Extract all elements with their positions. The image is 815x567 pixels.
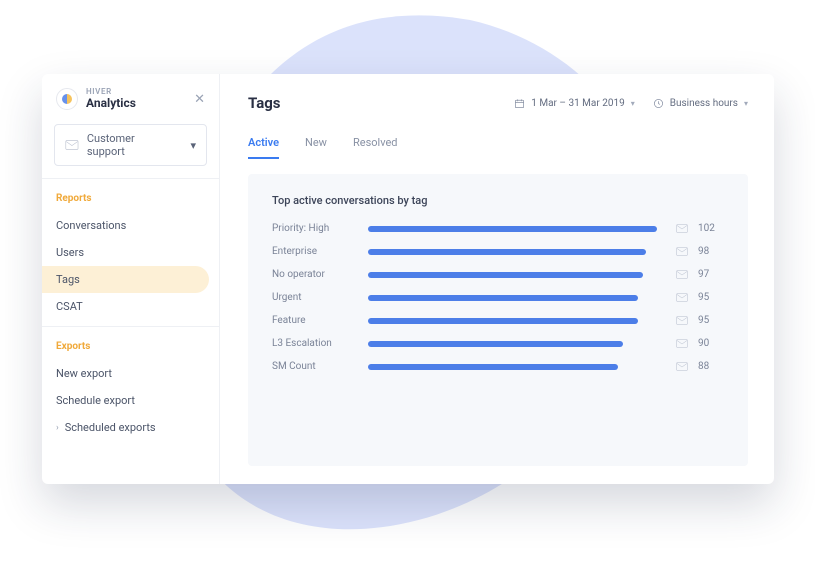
inbox-selector[interactable]: Customer support ▾: [54, 124, 207, 166]
chevron-right-icon: ›: [56, 423, 59, 433]
sidebar-item-csat[interactable]: CSAT: [42, 293, 219, 320]
chart-row: No operator 97: [272, 269, 724, 280]
envelope-icon: [676, 247, 688, 256]
sidebar-item-schedule-export[interactable]: Schedule export: [42, 387, 219, 414]
chart-row-value: 95: [698, 315, 724, 326]
date-range-picker[interactable]: 1 Mar – 31 Mar 2019 ▾: [514, 98, 634, 109]
bar-track: [368, 295, 666, 301]
chart-row: Feature 95: [272, 315, 724, 326]
bar-fill: [368, 272, 643, 278]
envelope-icon: [676, 270, 688, 279]
chart-row-value: 97: [698, 269, 724, 280]
bar-fill: [368, 318, 638, 324]
tab-new[interactable]: New: [305, 130, 327, 159]
chart-row-label: Feature: [272, 315, 358, 326]
main-content: Tags 1 Mar – 31 Mar 2019 ▾ Business hour…: [220, 74, 774, 484]
chevron-down-icon: ▾: [631, 99, 635, 108]
bar-track: [368, 249, 666, 255]
envelope-icon: [676, 224, 688, 233]
app-window: HIVER Analytics ✕ Customer support ▾ Rep…: [42, 74, 774, 484]
chart-row-value: 90: [698, 338, 724, 349]
envelope-icon: [676, 293, 688, 302]
chevron-down-icon: ▾: [190, 139, 196, 152]
chart-rows: Priority: High 102 Enterprise 98 No operator…: [272, 223, 724, 372]
chart-row-value: 88: [698, 361, 724, 372]
app-title: Analytics: [86, 97, 186, 110]
chart-row-label: L3 Escalation: [272, 338, 358, 349]
chart-row: SM Count 88: [272, 361, 724, 372]
bar-track: [368, 272, 666, 278]
date-range-label: 1 Mar – 31 Mar 2019: [531, 98, 624, 109]
envelope-icon: [676, 362, 688, 371]
chart-row: Priority: High 102: [272, 223, 724, 234]
chart-row-label: No operator: [272, 269, 358, 280]
chart-panel: Top active conversations by tag Priority…: [248, 174, 748, 466]
sidebar: HIVER Analytics ✕ Customer support ▾ Rep…: [42, 74, 220, 484]
bar-track: [368, 341, 666, 347]
tabs: Active New Resolved: [248, 130, 748, 160]
bar-track: [368, 226, 666, 232]
bar-fill: [368, 226, 657, 232]
bar-fill: [368, 364, 618, 370]
chevron-down-icon: ▾: [744, 99, 748, 108]
section-title-exports: Exports: [42, 341, 219, 360]
chart-row-value: 102: [698, 223, 724, 234]
envelope-icon: [676, 339, 688, 348]
bar-fill: [368, 341, 623, 347]
calendar-icon: [514, 98, 525, 109]
main-header: Tags 1 Mar – 31 Mar 2019 ▾ Business hour…: [248, 94, 748, 112]
bar-fill: [368, 295, 638, 301]
sidebar-item-conversations[interactable]: Conversations: [42, 212, 219, 239]
bar-fill: [368, 249, 646, 255]
chart-title: Top active conversations by tag: [272, 194, 724, 207]
page-title: Tags: [248, 94, 496, 112]
chart-row-label: Urgent: [272, 292, 358, 303]
clock-icon: [653, 98, 664, 109]
chart-row-value: 98: [698, 246, 724, 257]
sidebar-item-users[interactable]: Users: [42, 239, 219, 266]
chart-row: L3 Escalation 90: [272, 338, 724, 349]
close-icon[interactable]: ✕: [194, 92, 205, 107]
bar-track: [368, 318, 666, 324]
inbox-selector-label: Customer support: [87, 132, 175, 158]
sidebar-item-new-export[interactable]: New export: [42, 360, 219, 387]
section-title-reports: Reports: [42, 193, 219, 212]
sidebar-header: HIVER Analytics ✕: [42, 74, 219, 120]
sidebar-item-tags[interactable]: Tags: [42, 266, 209, 293]
hours-filter[interactable]: Business hours ▾: [653, 98, 748, 109]
chart-row-value: 95: [698, 292, 724, 303]
chart-row-label: SM Count: [272, 361, 358, 372]
chart-row: Enterprise 98: [272, 246, 724, 257]
tab-active[interactable]: Active: [248, 130, 279, 159]
chart-row-label: Enterprise: [272, 246, 358, 257]
sidebar-section-exports: Exports New export Schedule export ›Sche…: [42, 327, 219, 447]
inbox-icon: [65, 140, 79, 150]
sidebar-section-reports: Reports Conversations Users Tags CSAT: [42, 179, 219, 326]
chart-row: Urgent 95: [272, 292, 724, 303]
sidebar-item-scheduled-exports[interactable]: ›Scheduled exports: [42, 414, 219, 441]
hiver-logo-icon: [56, 88, 78, 110]
envelope-icon: [676, 316, 688, 325]
tab-resolved[interactable]: Resolved: [353, 130, 398, 159]
bar-track: [368, 364, 666, 370]
chart-row-label: Priority: High: [272, 223, 358, 234]
hours-filter-label: Business hours: [670, 98, 738, 109]
